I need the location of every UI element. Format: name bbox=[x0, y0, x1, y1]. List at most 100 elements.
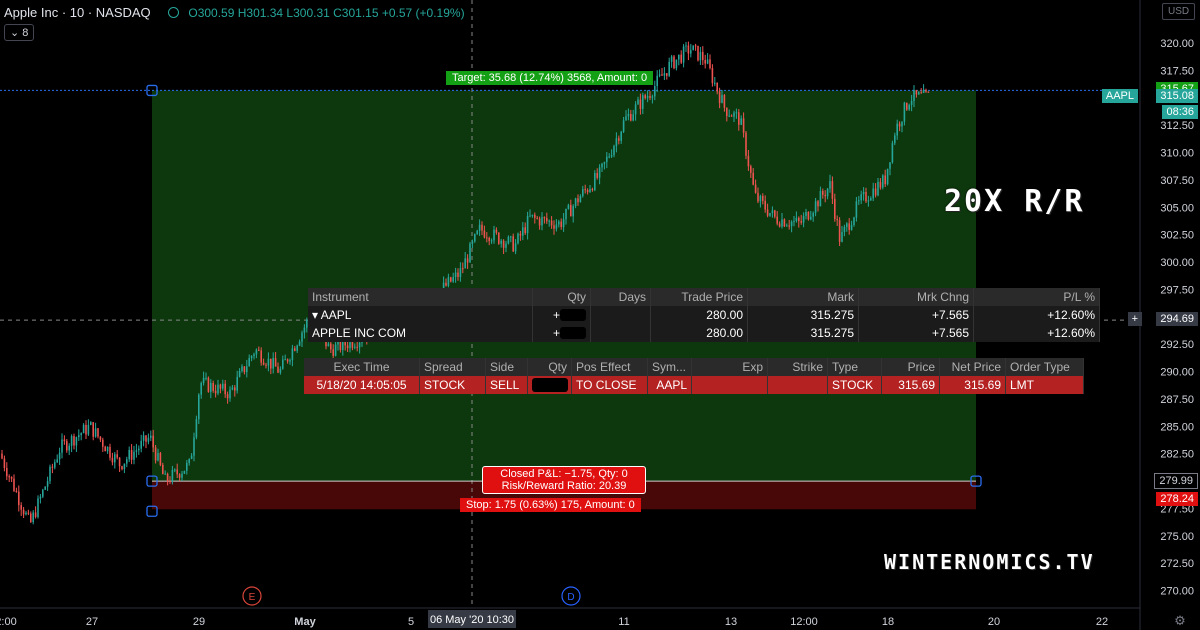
col-mrk-chng[interactable]: Mrk Chng bbox=[859, 288, 974, 306]
table-row[interactable]: APPLE INC COM + 280.00 315.275 +7.565 +1… bbox=[308, 324, 1100, 342]
candle-body bbox=[258, 349, 260, 351]
col-spread[interactable]: Spread bbox=[420, 358, 486, 376]
candle-body bbox=[466, 258, 469, 263]
x-tick-label: 18 bbox=[882, 616, 894, 628]
candle-body bbox=[802, 215, 805, 223]
candle-body bbox=[877, 181, 879, 196]
price-tag-entry: 279.99 bbox=[1154, 473, 1198, 490]
candle-body bbox=[548, 220, 550, 222]
candle-body bbox=[229, 389, 231, 399]
stop-label[interactable]: Stop: 1.75 (0.63%) 175, Amount: 0 bbox=[460, 498, 641, 512]
col-side[interactable]: Side bbox=[486, 358, 528, 376]
candle-body bbox=[889, 162, 891, 169]
candle-body bbox=[783, 219, 786, 227]
col-net-price[interactable]: Net Price bbox=[940, 358, 1006, 376]
col-symbol[interactable]: Sym... bbox=[648, 358, 692, 376]
col-instrument[interactable]: Instrument bbox=[308, 288, 533, 306]
table-row[interactable]: ▾ AAPL + 280.00 315.275 +7.565 +12.60% bbox=[308, 306, 1100, 324]
col-pl-pct[interactable]: P/L % bbox=[974, 288, 1100, 306]
y-tick-label: 282.50 bbox=[1160, 449, 1194, 461]
candle-body bbox=[301, 332, 303, 342]
col-days[interactable]: Days bbox=[591, 288, 651, 306]
x-tick-label: 2:00 bbox=[0, 616, 17, 628]
col-price[interactable]: Price bbox=[882, 358, 940, 376]
candle-body bbox=[90, 422, 92, 425]
candle-body bbox=[555, 224, 558, 229]
indicator-toggle[interactable]: ⌄ 8 bbox=[4, 24, 35, 41]
candle-body bbox=[586, 189, 589, 193]
cell-symbol: AAPL bbox=[648, 376, 692, 394]
symbol-title[interactable]: Apple Inc · 10 · NASDAQ bbox=[4, 5, 151, 20]
candle-body bbox=[32, 512, 34, 523]
candle-body bbox=[15, 490, 18, 492]
candle-body bbox=[747, 155, 750, 167]
candle-body bbox=[63, 439, 66, 442]
col-strike[interactable]: Strike bbox=[768, 358, 828, 376]
x-tick-label: 13 bbox=[725, 616, 737, 628]
candle-body bbox=[903, 102, 906, 122]
candle-body bbox=[596, 173, 598, 178]
col-trade-price[interactable]: Trade Price bbox=[651, 288, 748, 306]
closed-pl-box[interactable]: Closed P&L: −1.75, Qty: 0 Risk/Reward Ra… bbox=[482, 466, 646, 494]
candle-body bbox=[18, 491, 20, 506]
candle-body bbox=[699, 51, 702, 61]
candle-body bbox=[759, 195, 762, 202]
order-row[interactable]: 5/18/20 14:05:05 STOCK SELL TO CLOSE AAP… bbox=[304, 376, 1084, 394]
col-type[interactable]: Type bbox=[828, 358, 882, 376]
candle-body bbox=[176, 469, 178, 475]
candle-body bbox=[750, 166, 752, 173]
settings-icon[interactable]: ⚙ bbox=[1174, 614, 1186, 629]
candle-body bbox=[786, 225, 788, 227]
cell-side: SELL bbox=[486, 376, 528, 394]
candle-body bbox=[262, 362, 265, 365]
candle-body bbox=[39, 496, 42, 499]
col-qty[interactable]: Qty bbox=[528, 358, 572, 376]
col-pos-effect[interactable]: Pos Effect bbox=[572, 358, 648, 376]
redacted-block bbox=[560, 309, 586, 321]
candle-body bbox=[855, 201, 858, 218]
candle-body bbox=[740, 118, 742, 125]
cell-pos-effect: TO CLOSE bbox=[572, 376, 648, 394]
y-tick-label: 312.50 bbox=[1160, 120, 1194, 132]
candle-body bbox=[49, 466, 51, 482]
candle-body bbox=[147, 437, 150, 442]
col-exp[interactable]: Exp bbox=[692, 358, 768, 376]
candle-body bbox=[226, 394, 229, 399]
candle-body bbox=[546, 217, 548, 222]
candle-body bbox=[178, 474, 181, 478]
chart-legend: Apple Inc · 10 · NASDAQ O300.59 H301.34 … bbox=[4, 5, 465, 20]
add-alert-icon[interactable]: + bbox=[1127, 312, 1142, 327]
candle-body bbox=[200, 383, 202, 395]
currency-button[interactable]: USD bbox=[1162, 3, 1196, 20]
col-order-type[interactable]: Order Type bbox=[1006, 358, 1084, 376]
orders-header: Exec Time Spread Side Qty Pos Effect Sym… bbox=[304, 358, 1084, 376]
col-exec-time[interactable]: Exec Time bbox=[304, 358, 420, 376]
redacted-block bbox=[532, 378, 568, 392]
cell-strike bbox=[768, 376, 828, 394]
target-label[interactable]: Target: 35.68 (12.74%) 3568, Amount: 0 bbox=[446, 71, 654, 85]
candle-body bbox=[826, 188, 829, 197]
candle-body bbox=[68, 445, 70, 451]
col-qty[interactable]: Qty bbox=[533, 288, 591, 306]
candle-body bbox=[450, 277, 452, 282]
y-tick-label: 285.00 bbox=[1160, 421, 1194, 433]
candle-body bbox=[51, 466, 54, 468]
candle-body bbox=[356, 346, 358, 348]
candle-body bbox=[490, 240, 493, 242]
candle-body bbox=[114, 454, 116, 463]
candle-body bbox=[241, 366, 243, 372]
candle-body bbox=[303, 327, 306, 333]
candle-body bbox=[848, 223, 850, 230]
y-tick-label: 292.50 bbox=[1160, 339, 1194, 351]
candle-body bbox=[642, 95, 644, 109]
candle-body bbox=[745, 132, 747, 156]
candle-body bbox=[464, 258, 466, 269]
candle-body bbox=[553, 225, 555, 229]
candle-body bbox=[476, 230, 478, 235]
candle-body bbox=[910, 101, 913, 105]
candle-body bbox=[54, 462, 56, 468]
col-mark[interactable]: Mark bbox=[748, 288, 859, 306]
candle-body bbox=[774, 210, 776, 217]
candle-body bbox=[565, 208, 567, 220]
candle-body bbox=[567, 204, 570, 209]
